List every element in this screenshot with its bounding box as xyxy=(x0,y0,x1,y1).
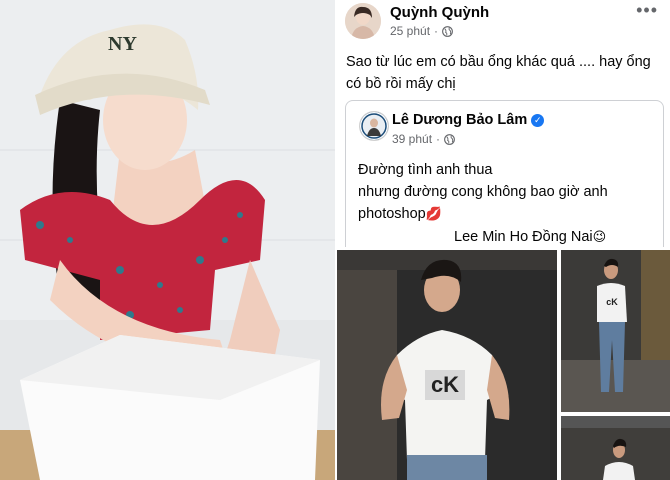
post-meta: 25 phút · xyxy=(390,24,453,38)
photo-bottom-right[interactable] xyxy=(561,416,670,480)
post-text-line: Sao từ lúc em có bầu ổng khác quá .... h… xyxy=(346,54,651,70)
svg-text:cK: cK xyxy=(431,372,459,397)
photo-top-right[interactable]: cK xyxy=(561,250,670,412)
shared-meta: 39 phút · xyxy=(392,132,455,146)
shared-text-line: nhưng đường cong không bao giờ anh xyxy=(358,184,608,200)
kiss-emoji: 💋 xyxy=(425,207,442,222)
avatar-image xyxy=(345,3,381,39)
shared-text: Đường tình anh thua nhưng đường cong khô… xyxy=(358,159,658,249)
globe-icon xyxy=(442,25,453,37)
wink-emoji: 😉 xyxy=(592,230,607,245)
photo-large[interactable]: cK xyxy=(337,250,557,480)
shared-author-row: Lê Dương Bảo Lâm ✓ xyxy=(392,112,545,128)
shared-author-avatar[interactable] xyxy=(359,111,389,141)
shared-avatar-image xyxy=(360,112,388,140)
shared-text-segment: Lee Min Ho Đồng Nai xyxy=(454,229,593,245)
post-text-line: có bồ rồi mấy chị xyxy=(346,76,456,92)
woman-in-bucket-hat-photo: NY xyxy=(0,0,335,480)
photo-grid: cK cK xyxy=(337,250,670,480)
man-white-tshirt-photo: cK xyxy=(337,250,557,480)
author-avatar[interactable] xyxy=(345,3,381,39)
shared-text-line: Lee Min Ho Đồng Nai😉 xyxy=(358,226,658,249)
shared-text-segment: photoshop xyxy=(358,206,426,222)
shared-text-line: photoshop💋 xyxy=(358,203,658,226)
svg-text:NY: NY xyxy=(108,33,137,55)
shared-post-card[interactable]: Lê Dương Bảo Lâm ✓ 39 phút · Đường tình … xyxy=(345,100,664,247)
man-full-body-photo: cK xyxy=(561,250,670,412)
post-text: Sao từ lúc em có bầu ổng khác quá .... h… xyxy=(346,51,661,95)
verified-badge-icon: ✓ xyxy=(531,113,545,127)
more-options-icon[interactable]: ••• xyxy=(636,0,658,21)
post-time[interactable]: 25 phút xyxy=(390,24,430,38)
man-portrait-photo xyxy=(561,416,670,480)
shared-author-name[interactable]: Lê Dương Bảo Lâm xyxy=(392,112,527,128)
svg-text:cK: cK xyxy=(606,297,618,307)
shared-time[interactable]: 39 phút xyxy=(392,132,432,146)
post-author-name[interactable]: Quỳnh Quỳnh xyxy=(390,4,489,21)
facebook-post: Quỳnh Quỳnh 25 phút · ••• Sao từ lúc em … xyxy=(337,0,670,480)
globe-icon xyxy=(444,133,455,145)
shared-text-line: Đường tình anh thua xyxy=(358,162,493,178)
left-photo: NY xyxy=(0,0,335,480)
